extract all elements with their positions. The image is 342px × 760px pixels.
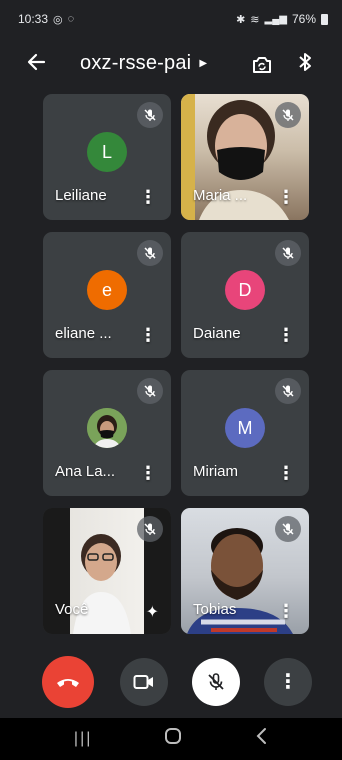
bluetooth-icon[interactable]: [298, 52, 312, 77]
participant-name: eliane ...: [55, 325, 112, 342]
avatar-initial: D: [238, 279, 252, 300]
whatsapp-icon: ◎: [53, 13, 63, 26]
end-call-button[interactable]: [42, 656, 94, 708]
avatar-photo-ana: [87, 408, 127, 448]
avatar-initial: e: [101, 279, 112, 300]
meeting-title-button[interactable]: oxz-rsse-pai ▶: [80, 52, 207, 75]
more-options-button[interactable]: ⋮: [264, 658, 312, 706]
battery-level: 76%: [291, 12, 316, 26]
mic-off-icon: [275, 516, 301, 542]
more-vert-icon[interactable]: ⋮: [139, 464, 157, 482]
avatar-initial: M: [237, 417, 253, 438]
back-arrow-icon[interactable]: [26, 52, 46, 78]
participant-name: Maria ...: [193, 187, 248, 204]
participant-tile-ana[interactable]: Ana La... ⋮: [43, 370, 171, 496]
participant-tile-maria[interactable]: Maria ... ⋮: [181, 94, 309, 220]
participant-tile-tobias[interactable]: Tobias ⋮: [181, 508, 309, 634]
signal-icon: ▂▄▆: [264, 13, 287, 25]
participant-tile-daiane[interactable]: D Daiane ⋮: [181, 232, 309, 358]
participant-name: Tobias: [193, 601, 237, 618]
participant-name: Miriam: [193, 463, 238, 480]
photo-avatar: [87, 408, 127, 448]
status-left: 10:33 ◎ ◌: [18, 12, 74, 26]
status-bar: 10:33 ◎ ◌ ✱ ≋ ▂▄▆ 76%: [0, 0, 342, 38]
mic-off-icon: [137, 378, 163, 404]
mic-off-icon: [275, 240, 301, 266]
participant-tile-miriam[interactable]: M Miriam ⋮: [181, 370, 309, 496]
participant-tile-eliane[interactable]: e eliane ... ⋮: [43, 232, 171, 358]
status-right: ✱ ≋ ▂▄▆ 76%: [236, 12, 328, 26]
mic-toggle-button[interactable]: [192, 658, 240, 706]
participant-name: Ana La...: [55, 463, 116, 480]
status-time: 10:33: [18, 12, 49, 26]
participant-tile-self[interactable]: Você ✦: [43, 508, 171, 634]
call-controls: ⋮: [0, 650, 342, 714]
sparkle-icon[interactable]: ✦: [146, 602, 159, 622]
avatar: e: [87, 270, 127, 310]
avatar: L: [87, 132, 127, 172]
home-icon[interactable]: [164, 727, 182, 751]
more-vert-icon[interactable]: ⋮: [139, 188, 157, 206]
more-vert-icon[interactable]: ⋮: [277, 602, 295, 620]
participant-name: Você: [55, 601, 89, 618]
system-nav-bar: |||: [0, 718, 342, 760]
mic-off-icon: [208, 673, 224, 690]
camera-switch-icon[interactable]: [250, 54, 274, 81]
mic-off-icon: [137, 240, 163, 266]
phone-hangup-icon: [57, 679, 79, 687]
recent-apps-icon[interactable]: |||: [74, 730, 92, 748]
avatar: M: [225, 408, 265, 448]
app-bar: oxz-rsse-pai ▶: [0, 46, 342, 86]
meeting-code: oxz-rsse-pai: [80, 52, 192, 74]
participant-name: Leiliane: [55, 187, 107, 204]
more-vert-icon[interactable]: ⋮: [277, 188, 295, 206]
wifi-icon: ≋: [250, 13, 260, 26]
avatar: D: [225, 270, 265, 310]
meet-call-screen: 10:33 ◎ ◌ ✱ ≋ ▂▄▆ 76% oxz-rsse-pai ▶ L L…: [0, 0, 342, 760]
more-vert-icon[interactable]: ⋮: [277, 464, 295, 482]
bluetooth-status-icon: ✱: [236, 13, 246, 26]
more-vert-icon[interactable]: ⋮: [139, 326, 157, 344]
video-toggle-button[interactable]: [120, 658, 168, 706]
battery-icon: [321, 13, 328, 25]
caret-right-icon: ▶: [199, 58, 208, 69]
notification-icon: ◌: [67, 13, 75, 25]
more-vert-icon[interactable]: ⋮: [277, 326, 295, 344]
mic-off-icon: [275, 102, 301, 128]
mic-off-icon: [275, 378, 301, 404]
mic-off-icon: [137, 102, 163, 128]
mic-off-icon: [137, 516, 163, 542]
avatar-initial: L: [101, 141, 112, 162]
participant-name: Daiane: [193, 325, 241, 342]
video-camera-icon: [133, 675, 153, 689]
participant-tile-leiliane[interactable]: L Leiliane ⋮: [43, 94, 171, 220]
more-vert-icon: ⋮: [278, 671, 298, 693]
back-nav-icon[interactable]: [254, 727, 268, 751]
